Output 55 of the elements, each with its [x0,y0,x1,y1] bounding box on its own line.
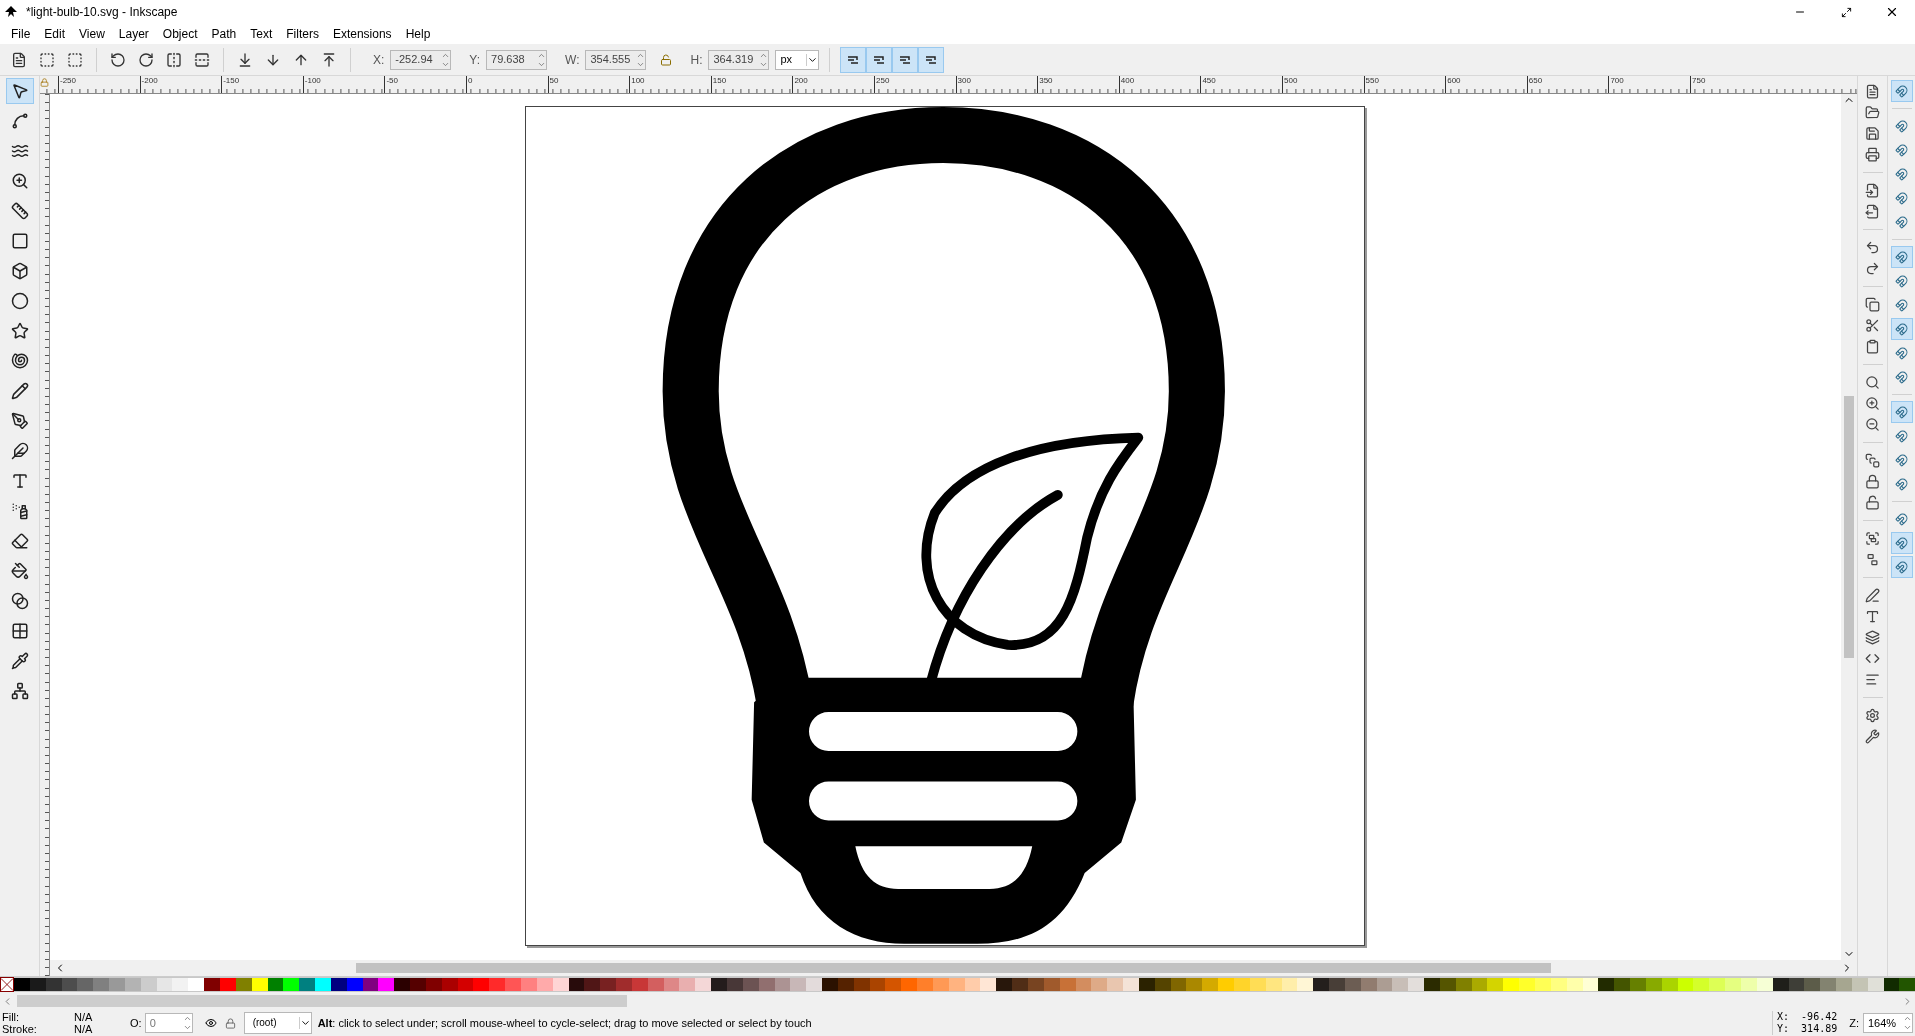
ruler-label: 700 [1608,76,1624,93]
menu-item[interactable]: Path [204,25,244,43]
ruler-label: 500 [1282,76,1298,93]
fill-label: Fill: [2,1011,21,1023]
ruler-label: -250 [58,76,76,93]
window-title: *light-bulb-10.svg - Inkscape [26,4,178,21]
ruler-label: 650 [1526,76,1543,93]
ruler-label: 100 [629,76,645,93]
menu-item[interactable]: File [4,25,38,43]
cursor-y-value: 314.89 [1801,1023,1838,1035]
fill-value: N/A [74,1011,93,1023]
number-field[interactable]: 364.319 [708,49,770,70]
layer-dropdown[interactable]: (root) [243,1012,312,1034]
ruler-label: 750 [1690,76,1706,93]
ruler-label: 550 [1363,76,1379,93]
stroke-label: Stroke: [2,1023,38,1035]
number-field[interactable]: 79.638 [486,49,548,70]
ruler-label: 250 [874,76,890,93]
ruler-label: 350 [1037,76,1053,93]
field-label: Y: [469,51,481,69]
opacity-label: O: [130,1017,142,1029]
menu-item[interactable]: Layer [111,25,156,43]
ruler-label: 50 [547,76,559,93]
ruler-label: -200 [139,76,158,93]
ruler-label: 0 [466,76,473,93]
zoom-field[interactable]: 164% [1863,1013,1913,1033]
number-field[interactable]: -252.94 [390,49,452,70]
ruler-label: 450 [1200,76,1216,93]
zoom-label: Z: [1849,1017,1859,1029]
ruler-label: 200 [792,76,808,93]
stroke-value: N/A [74,1023,93,1035]
ruler-label: 300 [955,76,971,93]
ruler-label: -100 [302,76,321,93]
field-label: H: [690,51,703,69]
ruler-label: 150 [710,76,727,93]
menu-item[interactable]: Text [243,25,280,43]
field-label: X: [373,51,385,69]
menu-item[interactable]: Filters [279,25,326,43]
menu-item[interactable]: View [72,25,112,43]
opacity-field[interactable]: 0 [144,1013,193,1033]
menu-item[interactable]: Extensions [325,25,399,43]
menu-item[interactable]: Object [155,25,205,43]
ruler-label: 600 [1445,76,1461,93]
ruler-label: -50 [384,76,398,93]
menu-item[interactable]: Edit [37,25,73,43]
menu-item[interactable]: Help [398,25,438,43]
unit-dropdown[interactable]: px [775,49,820,70]
ruler-label: -150 [221,76,240,93]
ruler-label: 400 [1118,76,1135,93]
cursor-y-label: Y: [1777,1023,1790,1035]
cursor-x-value: -96.42 [1801,1011,1838,1023]
field-label: W: [565,51,580,69]
status-message: Alt: click to select under; scroll mouse-wheel to cycle-select; drag to move selected or select by touch [317,1017,812,1029]
number-field[interactable]: 354.555 [585,49,647,70]
cursor-x-label: X: [1777,1011,1790,1023]
